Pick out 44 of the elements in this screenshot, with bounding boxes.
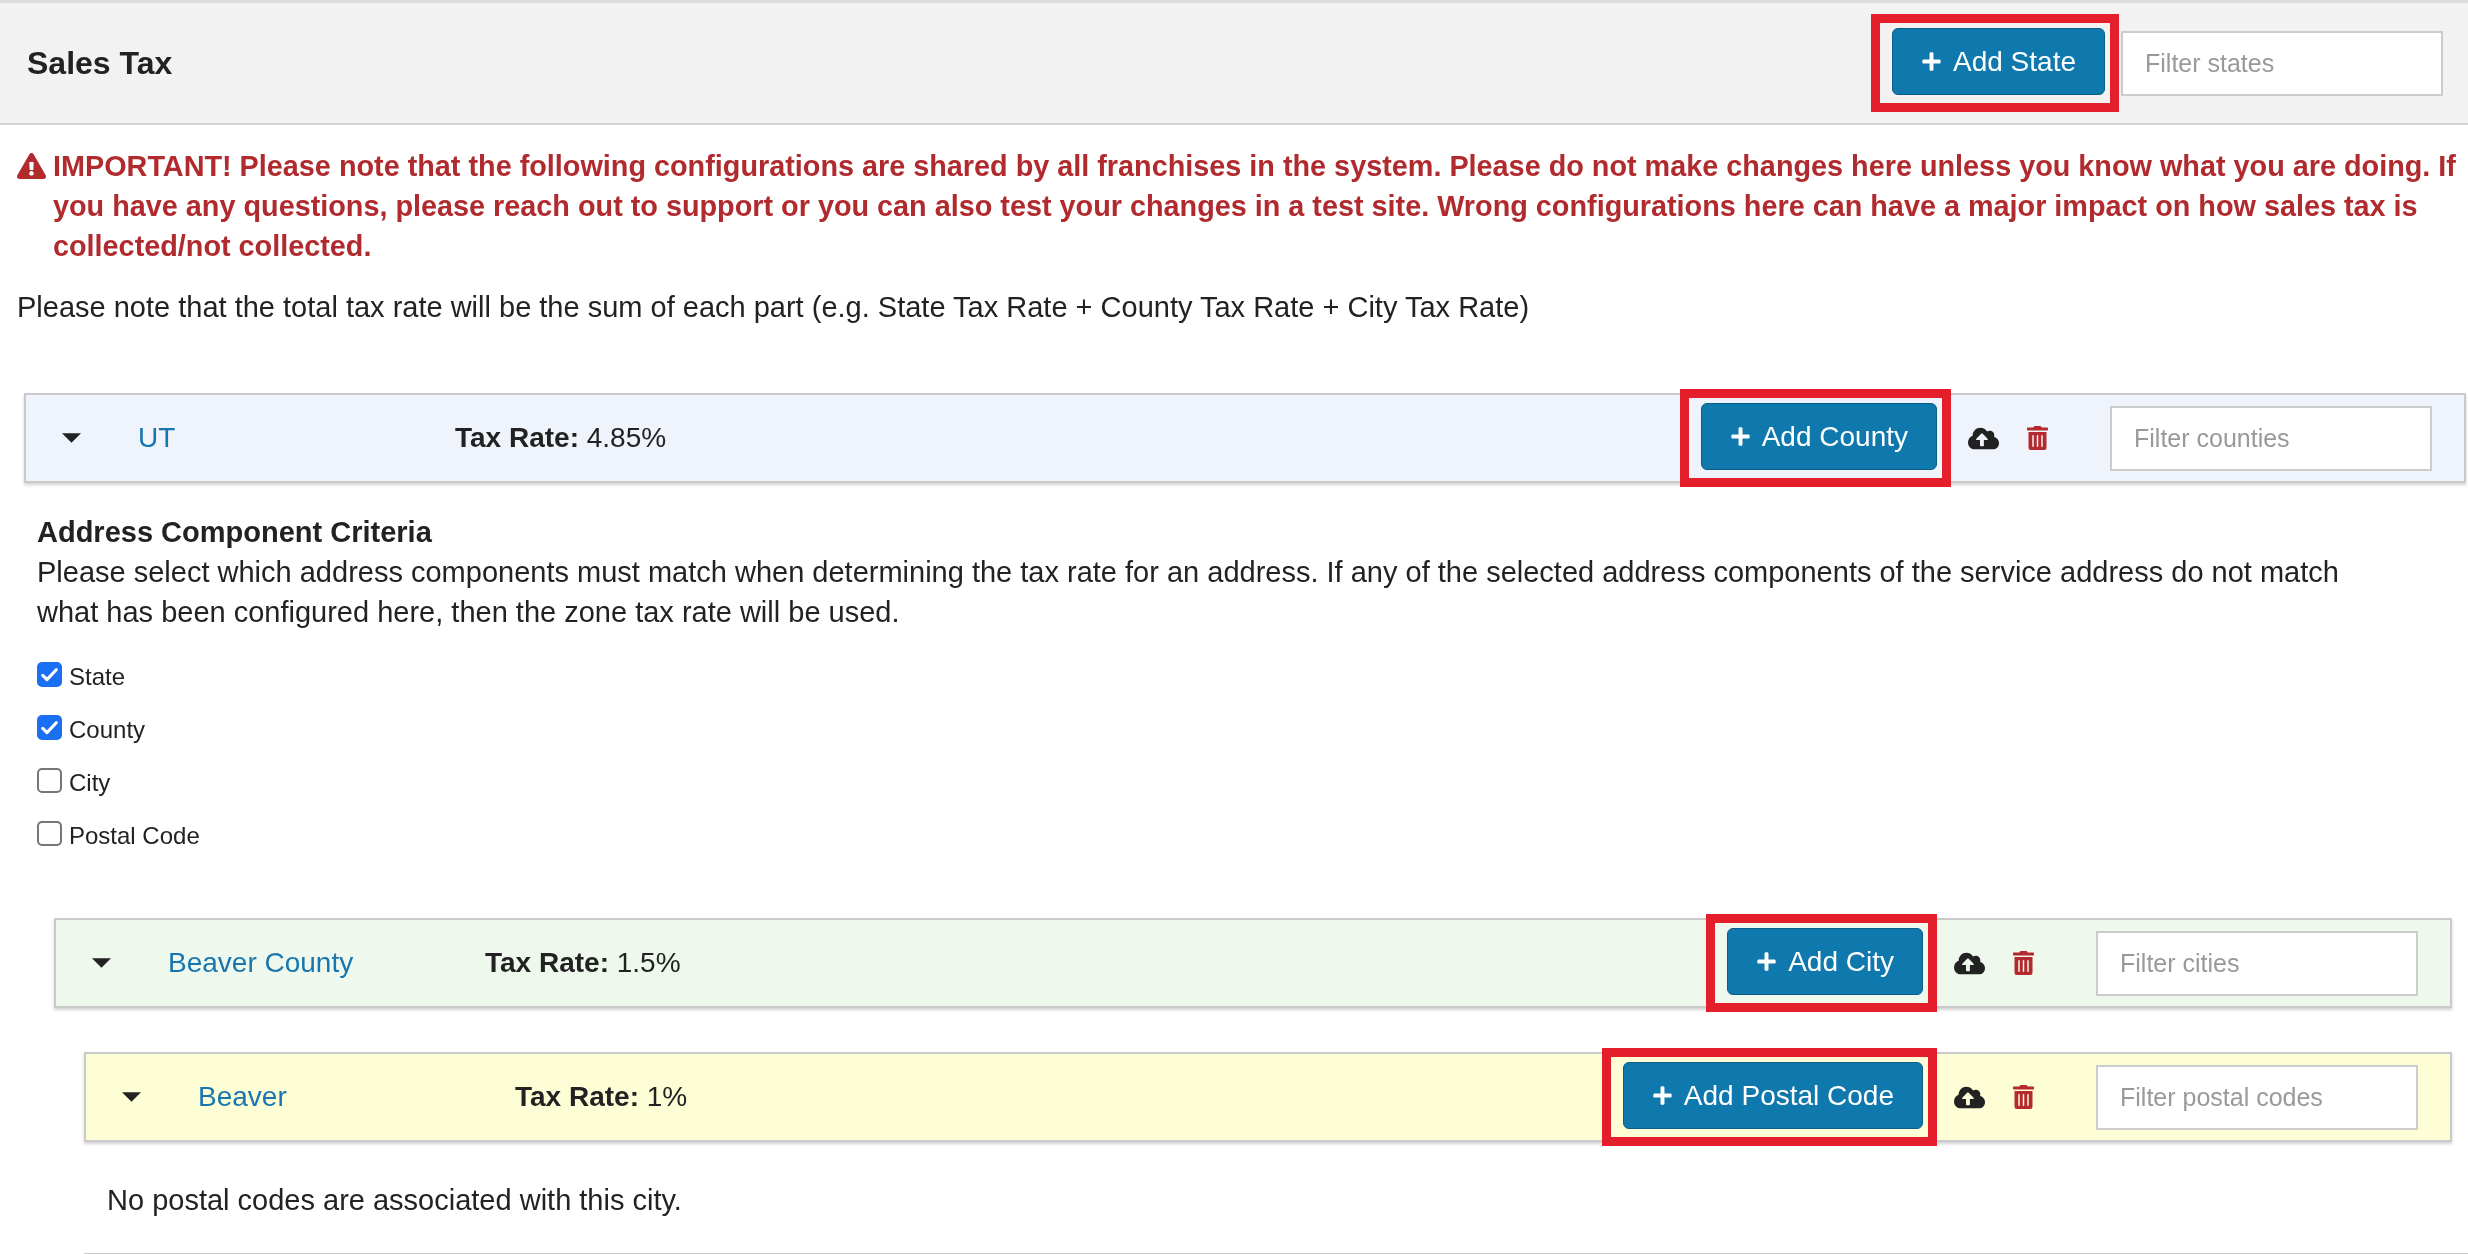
plus-icon [1651,1085,1673,1106]
checkbox-label: County [69,714,146,745]
filter-input[interactable]: Filter states [2121,30,2443,96]
trash-icon[interactable] [2013,1085,2034,1109]
caret-down-icon[interactable] [62,433,81,443]
empty-message: No postal codes are associated with this city. [107,1183,683,1218]
filter-input[interactable]: Filter cities [2096,930,2418,996]
checkmark-icon [41,720,58,735]
checkbox[interactable] [37,715,62,740]
add-button[interactable]: Add Postal Code [1622,1062,1923,1129]
plus-icon [1921,51,1942,72]
tax-rate-note: Please note that the total tax rate will be the sum of each part (e.g. State Tax Rate + County Tax Rate + City Tax Rate) [17,290,1531,325]
county-link[interactable]: Beaver County [168,942,485,984]
checkmark-icon [41,667,58,682]
caret-down-icon[interactable] [122,1092,141,1102]
warning-message: IMPORTANT! Please note that the following configurations are shared by all franchises in the system. Please do not make changes here unless you know what you are doing. If you have any questions, please reach out to support or you can also test your changes in a test site. Wrong configurations here can have a major impact on how sales tax is collected/not collected. [53,149,2457,264]
filter-input[interactable]: Filter counties [2110,405,2432,471]
tax-rate: Tax Rate: 4.85% [455,421,667,455]
state-link[interactable]: UT [138,417,455,459]
plus-icon [1729,426,1751,447]
checkbox[interactable] [37,768,62,793]
checkbox[interactable] [37,821,62,846]
tax-rate: Tax Rate: 1% [515,1080,688,1114]
checkbox-label: Postal Code [69,820,200,851]
cloud-upload-icon[interactable] [1968,425,1999,451]
cloud-upload-icon[interactable] [1954,1084,1985,1110]
checkbox[interactable] [37,662,62,687]
trash-icon[interactable] [2027,426,2048,450]
filter-input[interactable]: Filter postal codes [2096,1064,2418,1130]
page-title: Sales Tax [27,44,173,83]
city-link[interactable]: Beaver [198,1076,515,1118]
criteria-description: Please select which address components must match when determining the tax rate for an address. If any of the selected address components of the service address do not match what has been configured here, then the zone tax rate will be used. [37,555,2340,630]
cloud-upload-icon[interactable] [1954,950,1985,976]
add-button[interactable]: Add City [1727,928,1923,995]
checkbox-label: State [69,661,126,692]
warning-icon [17,153,46,179]
tax-rate: Tax Rate: 1.5% [485,946,681,980]
add-button[interactable]: Add State [1892,28,2105,95]
add-button[interactable]: Add County [1700,403,1937,470]
caret-down-icon[interactable] [92,958,111,968]
checkbox-label: City [69,767,111,798]
criteria-heading: Address Component Criteria [37,515,433,550]
plus-icon [1756,951,1778,972]
trash-icon[interactable] [2013,951,2034,975]
